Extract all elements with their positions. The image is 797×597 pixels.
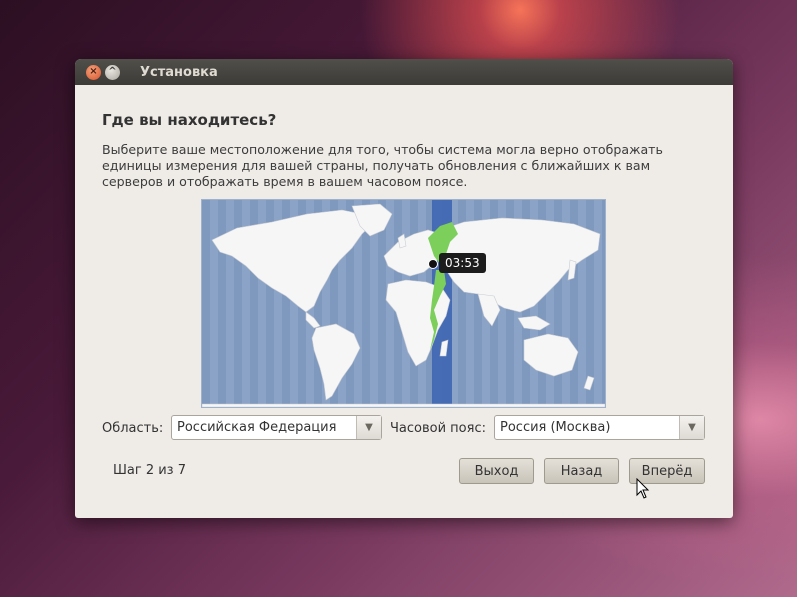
- region-value: Российская Федерация: [177, 420, 337, 435]
- minimize-icon[interactable]: ^: [105, 64, 120, 80]
- step-indicator: Шаг 2 из 7: [113, 463, 186, 478]
- region-label: Область:: [102, 421, 164, 436]
- mouse-cursor-icon: [636, 478, 650, 499]
- back-button[interactable]: Назад: [544, 458, 619, 484]
- world-map-graphic: [202, 200, 605, 407]
- installer-window: × ^ Установка Где вы находитесь? Выберит…: [75, 59, 733, 518]
- close-icon[interactable]: ×: [86, 64, 101, 80]
- page-heading: Где вы находитесь?: [102, 111, 277, 129]
- timezone-label: Часовой пояс:: [390, 421, 486, 436]
- quit-button[interactable]: Выход: [459, 458, 534, 484]
- chevron-down-icon[interactable]: ▼: [679, 416, 704, 439]
- location-marker[interactable]: [428, 259, 438, 269]
- time-tooltip: 03:53: [439, 253, 486, 273]
- title-bar: × ^ Установка: [75, 59, 733, 85]
- region-select[interactable]: Российская Федерация ▼: [171, 415, 382, 440]
- timezone-select[interactable]: Россия (Москва) ▼: [494, 415, 705, 440]
- page-description: Выберите ваше местоположение для того, ч…: [102, 142, 663, 189]
- window-title: Установка: [140, 64, 218, 80]
- timezone-value: Россия (Москва): [500, 420, 611, 435]
- chevron-down-icon[interactable]: ▼: [356, 416, 381, 439]
- timezone-map[interactable]: 03:53: [201, 199, 606, 408]
